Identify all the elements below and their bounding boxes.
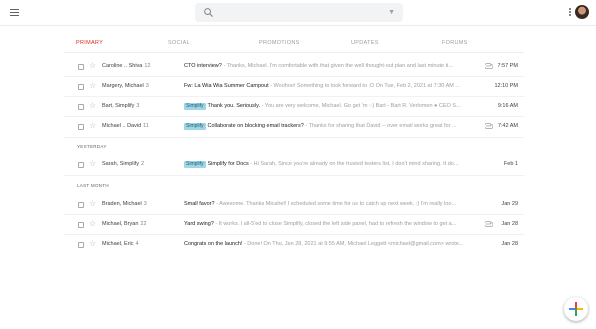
email-content: Simplify Simplify for Docs - Hi Sarah, Si… (184, 161, 479, 168)
star-icon[interactable]: ☆ (89, 199, 96, 209)
sender-names: Michael .. David 11 (102, 123, 149, 129)
more-options-icon[interactable] (569, 8, 571, 17)
star-icon[interactable]: ☆ (89, 239, 96, 249)
email-content: Simplify Collaborate on blocking email tr… (184, 123, 479, 130)
avatar[interactable] (575, 5, 589, 19)
row-checkbox[interactable] (78, 84, 84, 90)
thread-count: 3 (136, 103, 140, 109)
search-icon (204, 8, 214, 18)
row-checkbox[interactable] (78, 64, 84, 70)
star-icon[interactable]: ☆ (89, 81, 96, 91)
email-snippet: - Woohoo! Something to look forward to :… (268, 83, 460, 89)
email-row[interactable]: ☆ Margery, Michael 3 Fw: La Wia Wia Summe… (64, 77, 524, 97)
sender-names: Michael, Bryan 22 (102, 221, 147, 227)
email-subject: Fw: La Wia Wia Summer Campout (184, 83, 269, 89)
thread-count: 2 (141, 161, 145, 167)
email-row[interactable]: ☆ Caroline .. Shiva 12 CTO interview? - T… (64, 57, 524, 77)
email-subject: Congrats on the launch! (184, 241, 243, 247)
sender-names: Michael, Eric 4 (102, 241, 139, 247)
tab-primary[interactable]: PRIMARY (76, 40, 103, 46)
email-snippet: - Done! On Thu, Jan 28, 2021 at 9:55 AM,… (242, 241, 464, 247)
search-input[interactable]: ▼ (195, 3, 403, 22)
simplify-label[interactable]: Simplify (184, 123, 206, 130)
email-row[interactable]: ☆ Sarah, Simplify 2 Simplify Simplify for … (64, 155, 524, 175)
email-date: 12:10 PM (494, 83, 518, 89)
star-icon[interactable]: ☆ (89, 219, 96, 229)
thread-count: 22 (140, 221, 147, 227)
thread-count: 3 (145, 83, 149, 89)
sender-names: Sarah, Simplify 2 (102, 161, 145, 167)
email-subject: Collaborate on blocking email trackers? (207, 123, 304, 129)
email-subject: Thank you. Seriously. (207, 103, 260, 109)
simplify-label[interactable]: Simplify (184, 103, 206, 110)
section-divider (64, 137, 524, 138)
email-content: Fw: La Wia Wia Summer Campout - Woohoo! … (184, 83, 479, 89)
email-subject: Yard swing? (184, 221, 214, 227)
row-checkbox[interactable] (78, 222, 84, 228)
thread-count: 3 (143, 201, 147, 207)
inbox-tabs: PRIMARY SOCIAL PROMOTIONS UPDATES FORUMS (64, 36, 524, 54)
email-row[interactable]: ☆ Braden, Michael 3 Small favor? - Awesom… (64, 195, 524, 215)
top-bar: ▼ (0, 0, 596, 26)
attachment-icon (485, 123, 493, 129)
sender-names: Caroline .. Shiva 12 (102, 63, 151, 69)
chevron-down-icon[interactable]: ▼ (388, 7, 395, 18)
email-row[interactable]: ☆ Michael, Eric 4 Congrats on the launch!… (64, 235, 524, 255)
row-checkbox[interactable] (78, 162, 84, 168)
email-subject: CTO interview? (184, 63, 222, 69)
tab-forums[interactable]: FORUMS (442, 40, 468, 46)
tab-promotions[interactable]: PROMOTIONS (259, 40, 300, 46)
email-row[interactable]: ☆ Michael .. David 11 Simplify Collaborate… (64, 117, 524, 137)
email-content: Simplify Thank you. Seriously. - You are … (184, 103, 479, 110)
email-content: Small favor? - Awesome. Thanks Micahel! … (184, 201, 479, 207)
tab-updates[interactable]: UPDATES (351, 40, 379, 46)
star-icon[interactable]: ☆ (89, 159, 96, 169)
sender-names: Bart, Simplify 3 (102, 103, 140, 109)
attachment-icon (485, 63, 493, 69)
email-content: Congrats on the launch! - Done! On Thu, … (184, 241, 479, 247)
row-checkbox[interactable] (78, 124, 84, 130)
simplify-label[interactable]: Simplify (184, 161, 206, 168)
email-date: Jan 28 (501, 241, 518, 247)
attachment-icon (485, 221, 493, 227)
email-date: Jan 28 (501, 221, 518, 227)
email-date: 9:16 AM (497, 103, 518, 109)
sender-names: Margery, Michael 3 (102, 83, 149, 89)
email-subject: Small favor? (184, 201, 215, 207)
email-date: 7:42 AM (497, 123, 518, 129)
row-checkbox[interactable] (78, 104, 84, 110)
hamburger-icon[interactable] (10, 9, 19, 16)
email-snippet: - Awesome. Thanks Micahel! I scheduled s… (214, 201, 457, 207)
email-row[interactable]: ☆ Bart, Simplify 3 Simplify Thank you. Ser… (64, 97, 524, 117)
email-snippet: - It works. I all-5'ed to close Simplify… (213, 221, 457, 227)
tab-social[interactable]: SOCIAL (168, 40, 190, 46)
plus-icon (569, 302, 583, 316)
section-divider (64, 175, 524, 176)
tab-divider (64, 52, 524, 53)
email-content: Yard swing? - It works. I all-5'ed to cl… (184, 221, 479, 227)
email-date: Feb 1 (503, 161, 518, 167)
thread-count: 12 (144, 63, 151, 69)
compose-button[interactable] (564, 297, 588, 321)
email-snippet: - Thanks, Michael. I'm comfortable with … (221, 63, 453, 69)
email-snippet: - You are very welcome, Michael. Go get … (260, 103, 461, 109)
row-checkbox[interactable] (78, 202, 84, 208)
thread-count: 4 (135, 241, 139, 247)
star-icon[interactable]: ☆ (89, 101, 96, 111)
email-date: Jan 29 (501, 201, 518, 207)
thread-count: 11 (143, 123, 149, 129)
sender-names: Braden, Michael 3 (102, 201, 147, 207)
email-content: CTO interview? - Thanks, Michael. I'm co… (184, 63, 479, 69)
email-date: 7:57 PM (497, 63, 518, 69)
email-subject: Simplify for Docs (207, 161, 249, 167)
row-checkbox[interactable] (78, 242, 84, 248)
email-row[interactable]: ☆ Michael, Bryan 22 Yard swing? - It work… (64, 215, 524, 235)
email-snippet: - Thanks for sharing that David -- over … (303, 123, 457, 129)
email-snippet: - Hi Sarah, Since you're already on the … (248, 161, 459, 167)
star-icon[interactable]: ☆ (89, 61, 96, 71)
star-icon[interactable]: ☆ (89, 121, 96, 131)
section-heading-last-month: LAST MONTH (77, 183, 109, 188)
section-heading-yesterday: YESTERDAY (77, 144, 107, 149)
